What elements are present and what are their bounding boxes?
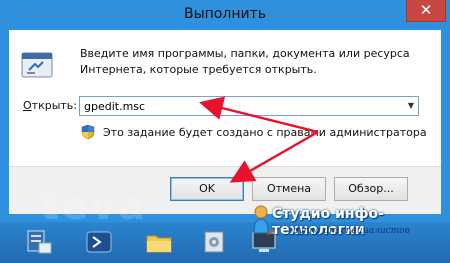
brand-logo-icon [253,205,269,234]
open-label-text: ткрыть: [31,99,77,112]
window-title: Выполнить [184,6,266,22]
chevron-down-icon[interactable]: ▼ [404,97,418,115]
close-button[interactable]: ✕ [406,0,446,22]
ok-button[interactable]: OK [170,177,244,201]
description-line: Введите имя программы, папки, документа … [80,47,410,60]
dialog-description: Введите имя программы, папки, документа … [80,46,410,78]
open-command-input[interactable] [79,96,419,116]
cancel-button[interactable]: Отмена [252,177,326,201]
title-bar[interactable]: Выполнить ✕ [0,0,450,30]
open-label-accelerator: О [23,99,32,112]
open-label: Открыть: [23,99,77,112]
powershell-icon[interactable] [84,228,114,256]
close-icon: ✕ [419,1,433,19]
server-manager-icon[interactable] [24,228,54,256]
run-program-icon [21,52,53,78]
file-explorer-icon[interactable] [144,228,174,256]
admin-tools-icon[interactable] [200,228,230,256]
browse-button[interactable]: Обзор... [334,177,408,201]
admin-privileges-note: Это задание будет создано с правами адми… [103,126,427,139]
brand-tagline: группа ит специалистов [288,226,410,236]
uac-shield-icon [81,124,95,140]
description-line: Интернета, которые требуется открыть. [80,63,317,76]
